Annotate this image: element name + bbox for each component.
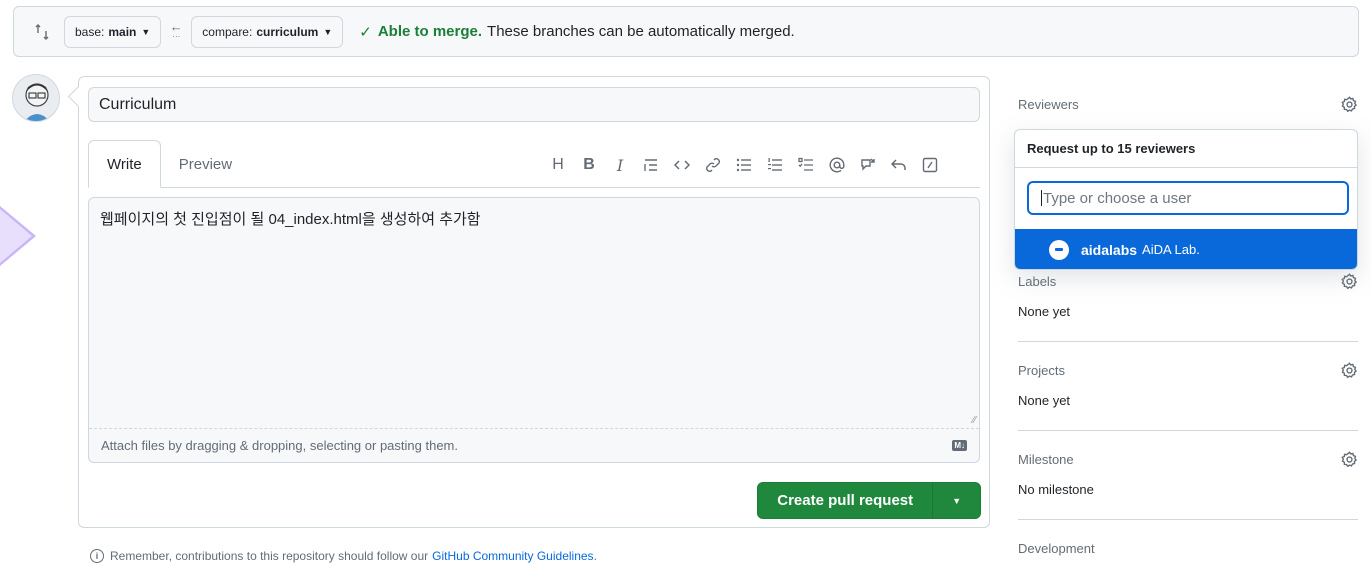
markdown-icon[interactable]: M↓ [952, 440, 967, 451]
projects-label: Projects [1018, 363, 1065, 378]
create-pull-request-main[interactable]: Create pull request [758, 492, 932, 509]
compare-branch-name: curriculum [256, 24, 319, 39]
slash-command-icon[interactable] [917, 153, 943, 177]
milestone-section: Milestone No milestone [1018, 451, 1358, 497]
gear-icon[interactable] [1341, 362, 1358, 379]
arrow-left-icon: ← ··· [169, 18, 183, 41]
check-icon: ✓ [359, 23, 372, 41]
compare-bar: base: main ▼ ← ··· compare: curriculum ▼ … [13, 6, 1359, 57]
editor-tabs: Write Preview [88, 140, 250, 188]
community-guidelines-link[interactable]: GitHub Community Guidelines [432, 549, 593, 563]
gear-icon[interactable] [1341, 273, 1358, 290]
reviewer-search-input[interactable]: Type or choose a user [1027, 181, 1349, 215]
popover-header: Request up to 15 reviewers [1015, 130, 1357, 168]
merge-status-text: These branches can be automatically merg… [487, 23, 795, 40]
reviewer-popover: Request up to 15 reviewers Type or choos… [1014, 129, 1358, 270]
reviewers-section: Reviewers [1018, 96, 1358, 113]
link-icon[interactable] [700, 153, 726, 177]
attach-hint: Attach files by dragging & dropping, sel… [101, 438, 458, 453]
quote-icon[interactable] [638, 153, 664, 177]
sidebar-divider [1018, 430, 1358, 431]
remember-text: Remember, contributions to this reposito… [110, 549, 429, 563]
mention-icon[interactable] [824, 153, 850, 177]
ordered-list-icon[interactable] [762, 153, 788, 177]
development-label: Development [1018, 541, 1095, 556]
milestone-label: Milestone [1018, 452, 1074, 467]
undo-icon[interactable] [886, 153, 912, 177]
suggestion-name: AiDA Lab. [1142, 242, 1200, 257]
labels-label: Labels [1018, 274, 1057, 289]
compare-branch-select[interactable]: compare: curriculum ▼ [191, 15, 344, 48]
milestone-value: No milestone [1018, 482, 1094, 497]
avatar[interactable] [12, 74, 60, 122]
sidebar-divider [1018, 341, 1358, 342]
title-input[interactable]: Curriculum [88, 87, 980, 122]
pull-request-form: Curriculum Write Preview H B I 웹페이지의 첫 진… [78, 76, 990, 528]
caret-down-icon: ▼ [323, 26, 333, 37]
italic-icon[interactable]: I [607, 153, 633, 177]
projects-value: None yet [1018, 393, 1071, 408]
merge-ok-text: Able to merge. [377, 23, 483, 40]
labels-section: Labels None yet [1018, 273, 1358, 319]
bold-icon[interactable]: B [576, 153, 602, 177]
tab-write[interactable]: Write [88, 140, 161, 188]
avatar [1049, 239, 1069, 260]
reviewer-suggestion-item[interactable]: aidalabs AiDA Lab. [1015, 229, 1357, 269]
resize-handle-icon[interactable]: ⁄⁄ [973, 415, 976, 426]
reviewer-search-placeholder: Type or choose a user [1043, 189, 1192, 207]
gear-icon[interactable] [1341, 96, 1358, 113]
base-branch-select[interactable]: base: main ▼ [64, 15, 162, 48]
compare-label: compare: [202, 24, 253, 39]
create-options-dropdown[interactable]: ▼ [932, 483, 980, 518]
git-compare-icon [32, 22, 52, 42]
reference-icon[interactable] [855, 153, 881, 177]
reviewers-label: Reviewers [1018, 97, 1079, 112]
create-pull-request-button: Create pull request ▼ [757, 482, 981, 519]
contribution-note: i Remember, contributions to this reposi… [90, 549, 597, 563]
unordered-list-icon[interactable] [731, 153, 757, 177]
base-label: base: [75, 24, 105, 39]
attach-files-bar[interactable]: Attach files by dragging & dropping, sel… [89, 428, 979, 462]
gear-icon[interactable] [1341, 451, 1358, 468]
description-text: 웹페이지의 첫 진입점이 될 04_index.html을 생성하여 추가함 [100, 211, 481, 228]
tab-preview[interactable]: Preview [161, 140, 250, 188]
base-branch-name: main [108, 24, 137, 39]
text-cursor [1041, 190, 1042, 206]
merge-status: ✓ Able to merge. These branches can be a… [359, 23, 794, 41]
caret-down-icon: ▼ [952, 495, 962, 506]
remember-period: . [593, 549, 597, 563]
tabs-divider [88, 187, 980, 188]
heading-icon[interactable]: H [545, 153, 571, 177]
markdown-toolbar: H B I [545, 153, 948, 177]
info-icon: i [90, 549, 104, 563]
code-icon[interactable] [669, 153, 695, 177]
labels-value: None yet [1018, 304, 1071, 319]
description-textarea[interactable]: 웹페이지의 첫 진입점이 될 04_index.html을 생성하여 추가함 ⁄… [88, 197, 980, 463]
side-pointer-decoration-fill [0, 209, 32, 263]
projects-section: Projects None yet [1018, 362, 1358, 408]
caret-down-icon: ▼ [141, 26, 151, 37]
development-section: Development [1018, 541, 1358, 556]
task-list-icon[interactable] [793, 153, 819, 177]
sidebar-divider [1018, 519, 1358, 520]
suggestion-login: aidalabs [1081, 241, 1138, 258]
